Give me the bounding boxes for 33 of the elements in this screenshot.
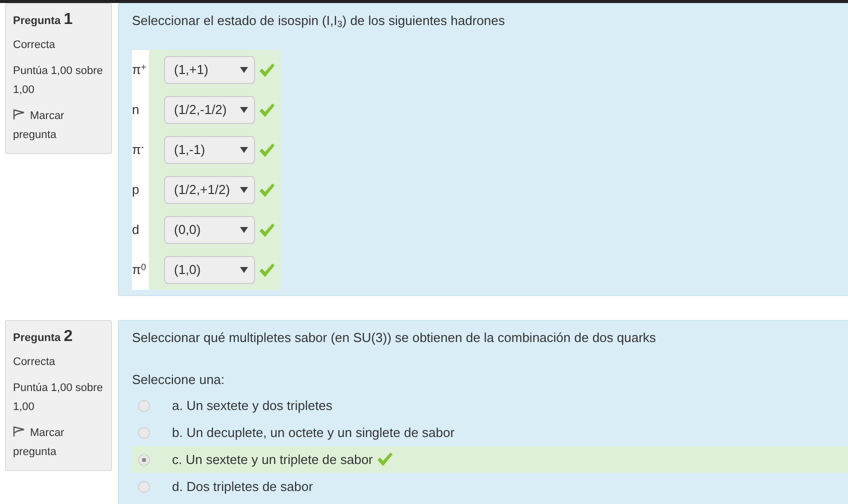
question-status: Correcta	[13, 38, 56, 53]
radio-button[interactable]	[138, 400, 150, 412]
answer-option[interactable]: c. Un sextete y un triplete de sabor	[172, 450, 373, 470]
radio-button[interactable]	[138, 426, 150, 438]
question-grade: Puntúa 1,00 sobre 1,00	[13, 64, 104, 98]
hadron-label: n	[132, 102, 140, 118]
radio-button[interactable]	[138, 454, 150, 466]
question-status: Correcta	[13, 355, 56, 370]
question-grade: Puntúa 1,00 sobre 1,00	[13, 381, 104, 415]
answer-option[interactable]: b. Un decuplete, un octete y un singlete de sabor	[172, 422, 455, 442]
answer-dropdown[interactable]: (1,-1)	[164, 136, 255, 164]
flag-question-link[interactable]: Marcar pregunta	[13, 424, 104, 462]
hadron-label: π$^{+}$	[132, 62, 146, 78]
select-one-prompt: Seleccione una:	[132, 371, 226, 389]
flag-icon[interactable]	[13, 109, 25, 120]
question-number: Pregunta 2	[13, 327, 74, 347]
hadron-label: π$^{0}$	[132, 262, 146, 278]
question-number: Pregunta 1	[13, 10, 74, 30]
question-text: Seleccionar el estado de isospin (I,I$_{3}$) de los siguientes hadrones	[132, 12, 506, 30]
hadron-label: p	[132, 182, 140, 198]
answer-dropdown[interactable]: (1/2,+1/2)	[164, 176, 255, 204]
hadron-label: π$^{-}$	[132, 142, 144, 158]
answer-option[interactable]: d. Dos tripletes de sabor	[172, 476, 313, 496]
flag-icon[interactable]	[13, 426, 25, 437]
answer-dropdown[interactable]: (1,+1)	[164, 56, 255, 84]
answer-option[interactable]: a. Un sextete y dos tripletes	[172, 396, 332, 416]
question-text: Seleccionar qué multipletes sabor (en SU(3)) se obtienen de la combinación de dos quarks	[132, 329, 657, 347]
hadron-label: d	[132, 222, 140, 238]
answer-dropdown[interactable]: (0,0)	[164, 216, 255, 244]
answer-dropdown[interactable]: (1,0)	[164, 256, 255, 284]
answer-dropdown[interactable]: (1/2,-1/2)	[164, 96, 255, 124]
radio-button[interactable]	[138, 480, 150, 492]
flag-question-link[interactable]: Marcar pregunta	[13, 107, 104, 145]
